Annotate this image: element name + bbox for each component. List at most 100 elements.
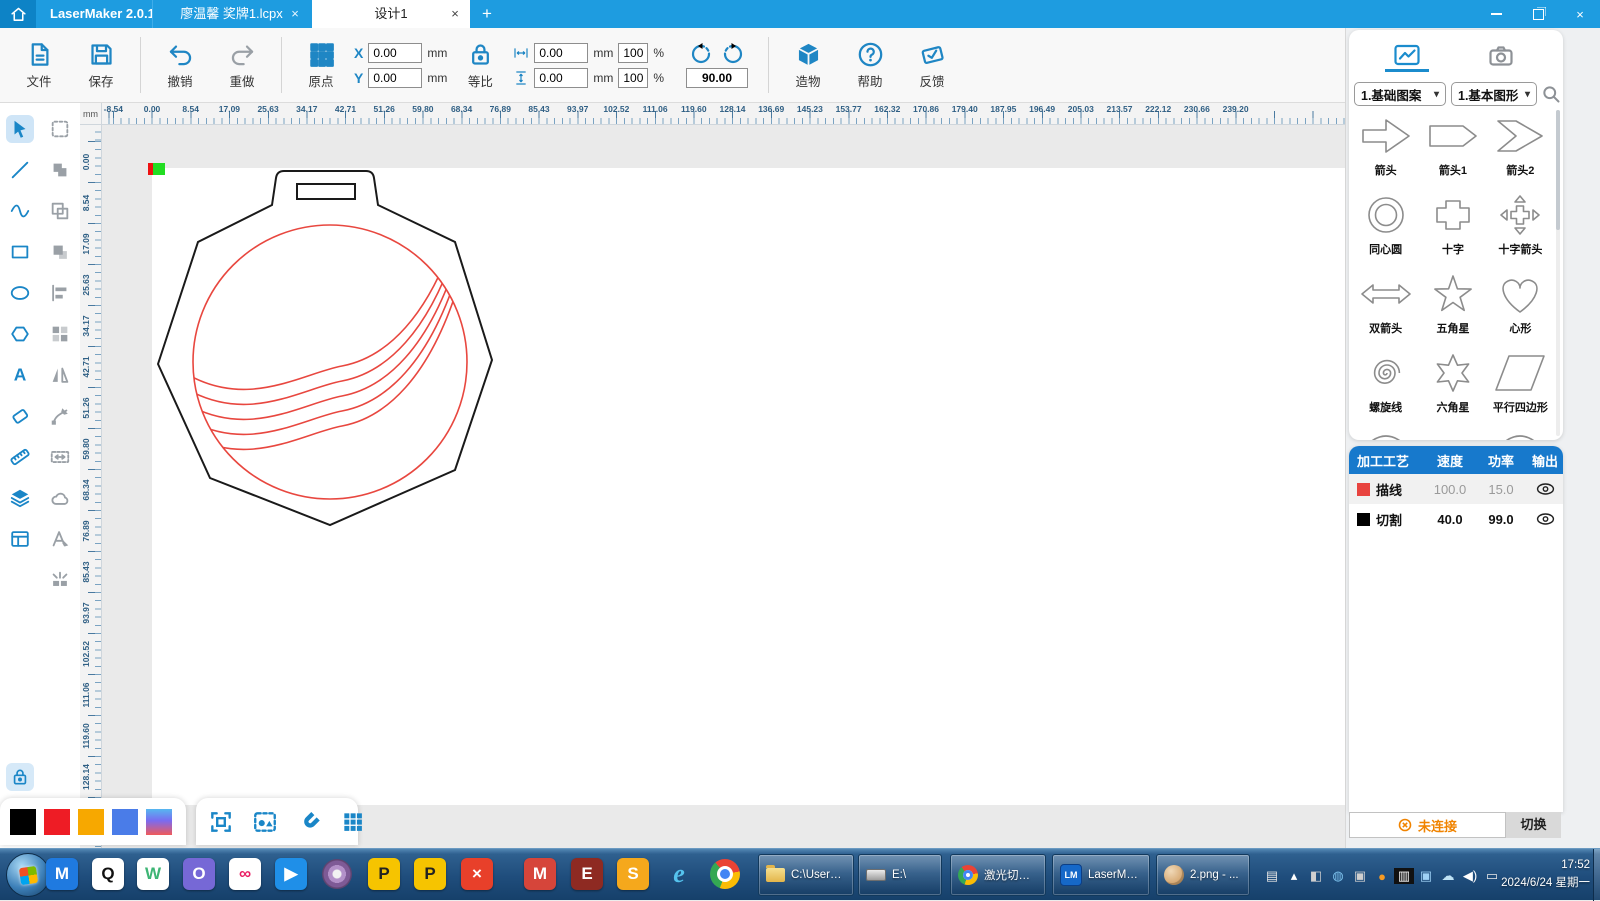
- taskbar-icon-app-rings[interactable]: ∞: [229, 858, 261, 890]
- width-input[interactable]: [534, 43, 588, 63]
- taskbar-icon-pdf-editor[interactable]: E: [571, 858, 603, 890]
- tab-camera[interactable]: [1479, 40, 1523, 72]
- tab-document-2-active[interactable]: 设计1 ×: [312, 0, 470, 28]
- help-button[interactable]: 帮助: [839, 41, 901, 90]
- category-dropdown[interactable]: 1.基础图案 ▾: [1354, 82, 1446, 106]
- rotate-cw-icon[interactable]: [721, 42, 745, 66]
- shape-blank[interactable]: [1419, 426, 1486, 440]
- color-swatch-2[interactable]: [78, 809, 104, 835]
- shape-star-5[interactable]: 五角星: [1419, 268, 1486, 347]
- text-tool-button[interactable]: A: [6, 361, 34, 389]
- shape-arrow-chevron[interactable]: 箭头2: [1487, 110, 1554, 189]
- show-desktop-button[interactable]: [1593, 849, 1600, 901]
- taskbar-icon-wechat[interactable]: W: [137, 858, 169, 890]
- tray-usb-icon[interactable]: ◧: [1306, 866, 1326, 886]
- curve-tool-button[interactable]: [6, 197, 34, 225]
- tray-security-icon[interactable]: ▣: [1350, 866, 1370, 886]
- create-button[interactable]: 造物: [777, 41, 839, 90]
- window-close-button[interactable]: ×: [1560, 0, 1600, 28]
- tray-volume-icon[interactable]: ◀): [1460, 866, 1480, 886]
- taskbar-icon-pd[interactable]: P: [414, 858, 446, 890]
- taskbar-icon-bird[interactable]: ▶: [275, 858, 307, 890]
- y-input[interactable]: [368, 68, 422, 88]
- shape-concentric-circles[interactable]: 同心圆: [1352, 189, 1419, 268]
- taskbar-icon-disc[interactable]: [321, 858, 353, 890]
- shape-parallelogram[interactable]: 平行四边形: [1487, 347, 1554, 426]
- tray-network-icon[interactable]: ◍: [1328, 866, 1348, 886]
- width-percent-input[interactable]: [618, 43, 648, 63]
- shape-arrow-pentagon[interactable]: 箭头1: [1419, 110, 1486, 189]
- process-row[interactable]: 切割40.099.0: [1349, 504, 1563, 534]
- grid-tool-button[interactable]: [340, 809, 366, 835]
- shape-spiral[interactable]: 螺旋线: [1352, 347, 1419, 426]
- rotation-input[interactable]: [686, 68, 748, 88]
- shape-double-arrow[interactable]: 双箭头: [1352, 268, 1419, 347]
- measure-tool-button[interactable]: [6, 443, 34, 471]
- redo-button[interactable]: 重做: [211, 41, 273, 90]
- polygon-tool-button[interactable]: [6, 320, 34, 348]
- layer-color-swatch[interactable]: [1357, 513, 1370, 526]
- layer-power[interactable]: 99.0: [1475, 512, 1527, 527]
- process-row[interactable]: 描线100.015.0: [1349, 474, 1563, 504]
- taskbar-window-1[interactable]: C:\Users\...: [758, 854, 854, 896]
- medal-engrave-circle[interactable]: [193, 225, 467, 499]
- explode-tool-button[interactable]: [46, 566, 74, 594]
- arrange-tool-button[interactable]: [46, 320, 74, 348]
- new-tab-button[interactable]: +: [476, 0, 498, 28]
- line-tool-button[interactable]: [6, 156, 34, 184]
- ratio-lock-button[interactable]: 等比: [457, 41, 503, 90]
- node-edit-tool-button[interactable]: [46, 402, 74, 430]
- x-input[interactable]: [368, 43, 422, 63]
- origin-button[interactable]: 原点: [290, 41, 352, 90]
- layers-tool-button[interactable]: [6, 484, 34, 512]
- connection-status[interactable]: 未连接: [1349, 812, 1506, 838]
- subcategory-dropdown[interactable]: 1.基本图形 ▾: [1451, 82, 1537, 106]
- layer-speed[interactable]: 40.0: [1425, 512, 1475, 527]
- taskbar-icon-qq[interactable]: Q: [92, 858, 124, 890]
- taskbar-icon-chrome[interactable]: [709, 858, 741, 890]
- shape-star-6[interactable]: 六角星: [1419, 347, 1486, 426]
- shape-scrollbar[interactable]: [1556, 110, 1560, 436]
- window-maximize-button[interactable]: [1518, 0, 1558, 28]
- tab-patterns[interactable]: [1385, 40, 1429, 72]
- rotate-ccw-icon[interactable]: [689, 42, 713, 66]
- tray-stats-icon[interactable]: ▥: [1394, 868, 1414, 884]
- tab-close-icon[interactable]: ×: [288, 0, 302, 28]
- magnet-tool-button[interactable]: [296, 809, 322, 835]
- home-button[interactable]: [0, 0, 36, 28]
- tray-show-hidden-icon[interactable]: ▴: [1284, 866, 1304, 886]
- duplicate-tool-button[interactable]: [46, 197, 74, 225]
- shape-cross-arrows[interactable]: 十字箭头: [1487, 189, 1554, 268]
- window-minimize-button[interactable]: [1476, 0, 1516, 28]
- layer-color-swatch[interactable]: [1357, 483, 1370, 496]
- layer-power[interactable]: 15.0: [1475, 482, 1527, 497]
- tray-alarm-icon[interactable]: ●: [1372, 866, 1392, 886]
- height-percent-input[interactable]: [618, 68, 648, 88]
- taskbar-window-4[interactable]: LMLaserMak...: [1052, 854, 1150, 896]
- taskbar-icon-pdf-reader[interactable]: M: [524, 858, 556, 890]
- color-swatch-0[interactable]: [10, 809, 36, 835]
- undo-button[interactable]: 撤销: [149, 41, 211, 90]
- layer-speed[interactable]: 100.0: [1425, 482, 1475, 497]
- color-swatch-1[interactable]: [44, 809, 70, 835]
- table-tool-button[interactable]: [6, 525, 34, 553]
- marquee-tool-button[interactable]: [46, 115, 74, 143]
- fit-view-tool-button[interactable]: [252, 809, 278, 835]
- save-button[interactable]: 保存: [70, 41, 132, 90]
- layer-output-toggle[interactable]: [1527, 482, 1563, 496]
- medal-slot-cutout[interactable]: [297, 184, 355, 199]
- shape-arc[interactable]: [1487, 426, 1554, 440]
- taskbar-icon-pd64[interactable]: P: [368, 858, 400, 890]
- feedback-button[interactable]: 反馈: [901, 41, 963, 90]
- search-icon[interactable]: [1541, 84, 1561, 104]
- layer-output-toggle[interactable]: [1527, 512, 1563, 526]
- medal-design[interactable]: [150, 162, 510, 542]
- tray-windows-sync-icon[interactable]: ▣: [1416, 866, 1436, 886]
- canvas-lock-button[interactable]: [6, 763, 34, 791]
- shape-arc[interactable]: [1352, 426, 1419, 440]
- weld-tool-button[interactable]: [46, 156, 74, 184]
- switch-device-button[interactable]: 切换: [1506, 812, 1561, 838]
- dimension-tool-button[interactable]: [46, 443, 74, 471]
- subtract-tool-button[interactable]: [46, 238, 74, 266]
- tab-document-1[interactable]: 廖温馨 奖牌1.lcpx ×: [152, 0, 310, 28]
